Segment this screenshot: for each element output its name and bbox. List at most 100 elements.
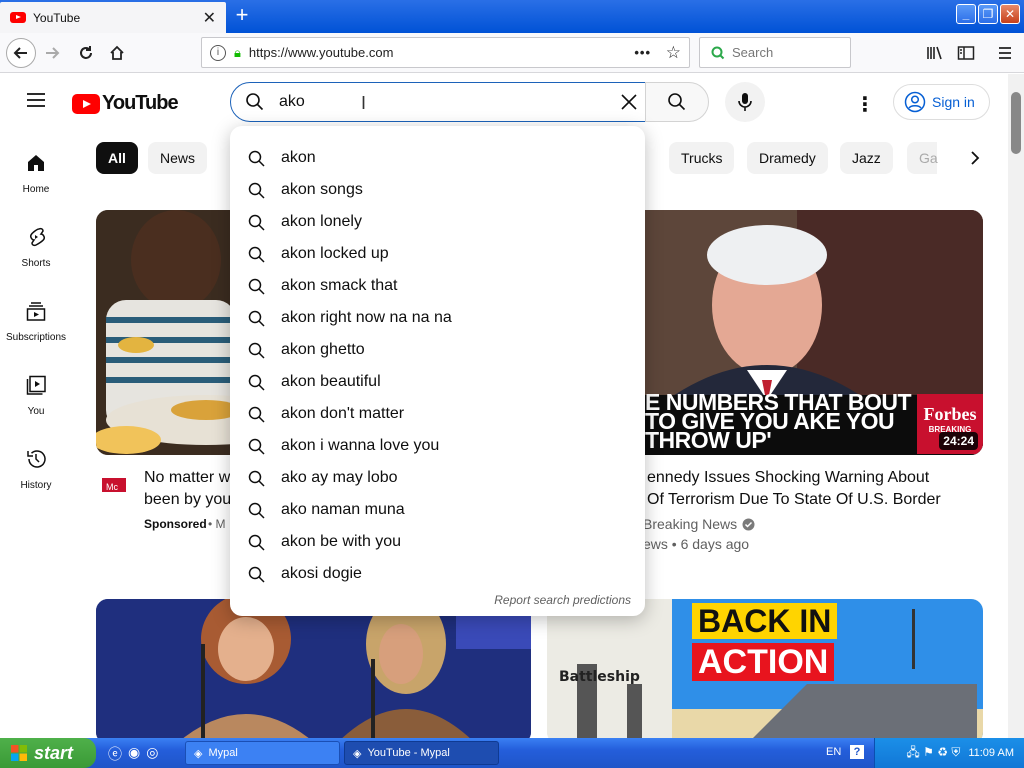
suggestion-text: akon don't matter <box>281 405 405 422</box>
sidebar-item-subscriptions[interactable]: Subscriptions <box>0 300 72 370</box>
sidebar-toggle-button[interactable] <box>952 39 980 67</box>
chip-trucks[interactable]: Trucks <box>669 142 735 174</box>
video-title-line2[interactable]: been by you <box>144 489 231 511</box>
search-icon <box>248 470 265 487</box>
guide-menu-button[interactable] <box>26 92 46 113</box>
suggestion-item[interactable]: akon songs <box>230 174 645 206</box>
sidebar-item-you[interactable]: You <box>0 374 72 444</box>
sidebar-label: Shorts <box>21 258 51 269</box>
chip-news[interactable]: News <box>148 142 208 174</box>
suggestion-item[interactable]: ako ay may lobo <box>230 462 645 494</box>
channel-avatar-mccormick[interactable]: Mc <box>96 470 132 506</box>
suggestion-item[interactable]: ako naman muna <box>230 494 645 526</box>
suggestion-item[interactable]: akon right now na na na <box>230 302 645 334</box>
taskbar-item-youtube-mypal[interactable]: ◈ YouTube - Mypal <box>344 741 499 765</box>
svg-text:Mc: Mc <box>106 482 118 492</box>
you-library-icon <box>26 375 46 395</box>
suggestion-text: akon locked up <box>281 245 389 262</box>
video-thumbnail-bottom-right[interactable]: BACK IN ACTION Battleship <box>547 599 983 744</box>
chip-all[interactable]: All <box>96 142 138 174</box>
chip-dramedy[interactable]: Dramedy <box>747 142 828 174</box>
chips-next-button[interactable] <box>968 148 982 173</box>
scrollbar-thumb[interactable] <box>1011 92 1021 154</box>
sponsored-label: Sponsored <box>144 517 207 531</box>
settings-more-icon[interactable]: ⋮ <box>855 92 875 117</box>
search-icon <box>246 93 264 111</box>
close-window-button[interactable]: ✕ <box>1000 4 1020 24</box>
language-indicator[interactable]: EN <box>826 746 841 758</box>
browser-search-placeholder: Search <box>732 45 774 60</box>
page-scrollbar[interactable] <box>1008 74 1024 738</box>
windows-flag-icon <box>11 745 27 761</box>
help-icon[interactable]: ? <box>850 745 864 759</box>
page-actions-icon[interactable]: ••• <box>634 45 651 60</box>
suggestion-item[interactable]: akon smack that <box>230 270 645 302</box>
sign-in-button[interactable]: Sign in <box>893 84 990 120</box>
chip-jazz[interactable]: Jazz <box>840 142 893 174</box>
suggestion-item[interactable]: akon ghetto <box>230 334 645 366</box>
video-title-right-line1[interactable]: ennedy Issues Shocking Warning About <box>647 467 929 489</box>
sidebar-item-home[interactable]: Home <box>0 152 72 222</box>
suggestion-text: akon i wanna love you <box>281 437 440 454</box>
suggestion-item[interactable]: akon be with you <box>230 526 645 558</box>
mypal-icon: ◈ <box>353 747 362 760</box>
search-icon <box>248 214 265 231</box>
search-submit-button[interactable] <box>645 82 709 122</box>
video-title-line1[interactable]: No matter w <box>144 467 230 489</box>
suggestion-item[interactable]: akon beautiful <box>230 366 645 398</box>
lock-icon: 🔒︎ <box>234 44 241 60</box>
sidebar-item-history[interactable]: History <box>0 448 72 518</box>
minimize-button[interactable]: _ <box>956 4 976 24</box>
library-icon <box>927 46 942 60</box>
library-button[interactable] <box>921 39 949 67</box>
sidebar-label: Home <box>22 184 50 195</box>
video-title-right-line2[interactable]: Of Terrorism Due To State Of U.S. Border <box>647 489 941 511</box>
suggestion-item[interactable]: akon lonely <box>230 206 645 238</box>
suggestion-item[interactable]: akosi dogie <box>230 558 645 590</box>
explorer-icon[interactable]: ◉ <box>128 744 140 764</box>
tab-close-icon[interactable]: ✕ <box>203 8 216 28</box>
voice-search-button[interactable] <box>725 82 765 122</box>
sidebar-item-shorts[interactable]: Shorts <box>0 226 72 296</box>
youtube-search-input[interactable]: ako I <box>230 82 646 122</box>
start-label: start <box>34 742 74 763</box>
search-icon <box>248 246 265 263</box>
bookmark-star-icon[interactable]: ☆ <box>666 43 681 63</box>
reload-button[interactable] <box>72 39 100 67</box>
report-predictions-link[interactable]: Report search predictions <box>494 593 631 607</box>
start-button[interactable]: start <box>0 738 96 768</box>
browser-titlebar: YouTube ✕ + _ ❐ ✕ <box>0 0 1024 33</box>
suggestion-item[interactable]: akon locked up <box>230 238 645 270</box>
browser-tab[interactable]: YouTube ✕ <box>0 2 226 33</box>
chip-partial[interactable]: Ga <box>907 142 938 174</box>
youtube-logo[interactable]: YouTube <box>72 92 179 115</box>
suggestion-item[interactable]: akon don't matter <box>230 398 645 430</box>
browser-search-field[interactable]: Search <box>699 37 851 68</box>
url-bar[interactable]: i 🔒︎ https://www.youtube.com ••• ☆ <box>201 37 690 68</box>
channel-name[interactable]: Breaking News <box>643 516 737 532</box>
info-icon[interactable]: i <box>210 44 226 61</box>
search-query-text[interactable]: ako <box>279 93 305 111</box>
browser-menu-button[interactable] <box>991 39 1019 67</box>
verified-check-icon <box>742 518 755 530</box>
sidebar-icon <box>957 46 975 60</box>
channel-name-row[interactable]: Breaking News <box>643 516 755 532</box>
task-label: Mypal <box>208 747 238 759</box>
clear-search-icon[interactable] <box>619 92 639 112</box>
suggestion-item[interactable]: akon <box>230 142 645 174</box>
shorts-icon <box>30 227 45 247</box>
account-icon <box>904 91 926 113</box>
forward-button[interactable] <box>38 39 66 67</box>
home-button[interactable] <box>103 39 131 67</box>
new-tab-button[interactable]: + <box>230 4 254 28</box>
taskbar-item-mypal[interactable]: ◈ Mypal <box>185 741 340 765</box>
tray-icons[interactable]: 🖧 ⚑ ♻ ⛨ <box>906 743 960 764</box>
browser-icon[interactable]: ◎ <box>146 744 158 764</box>
url-text[interactable]: https://www.youtube.com <box>249 45 394 60</box>
back-button[interactable] <box>6 38 36 68</box>
ie-icon[interactable]: ⓔ <box>108 744 122 764</box>
suggestion-item[interactable]: akon i wanna love you <box>230 430 645 462</box>
maximize-button[interactable]: ❐ <box>978 4 998 24</box>
windows-taskbar: start ⓔ ◉ ◎ ◈ Mypal ◈ YouTube - Mypal EN ?… <box>0 738 1024 768</box>
video-thumbnail-bottom-left[interactable] <box>96 599 531 744</box>
